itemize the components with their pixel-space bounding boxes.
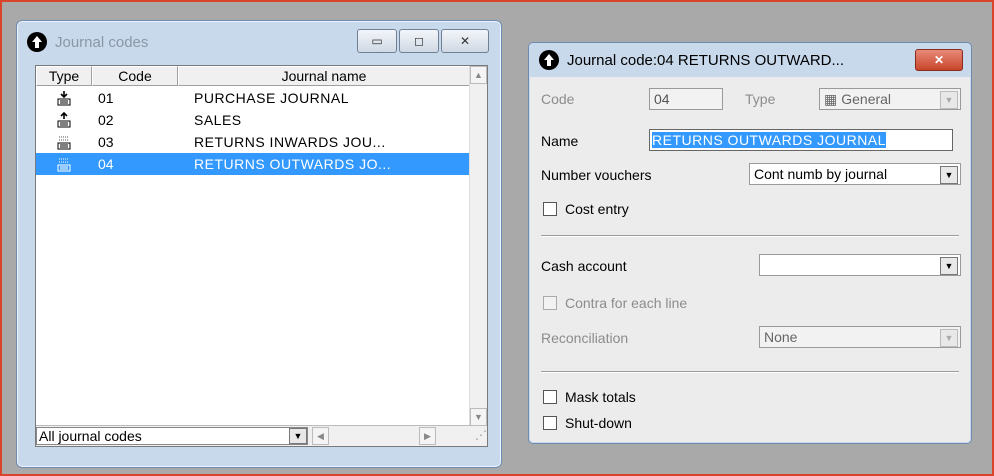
journal-codes-window: Journal codes ▭ ◻ ✕ Type Code Journal na… xyxy=(16,20,502,468)
chevron-down-icon: ▼ xyxy=(474,412,483,422)
close-button[interactable]: ✕ xyxy=(441,29,489,53)
cost-entry-label: Cost entry xyxy=(565,201,629,217)
checkbox-icon[interactable] xyxy=(543,390,557,404)
column-header-type[interactable]: Type xyxy=(36,66,92,86)
purchase-journal-icon xyxy=(36,90,92,106)
app-logo-icon xyxy=(539,50,559,70)
chevron-up-icon: ▲ xyxy=(474,70,483,80)
type-label: Type xyxy=(745,91,776,107)
dialog-close-button[interactable]: ✕ xyxy=(915,49,963,71)
divider xyxy=(541,235,959,237)
code-value: 04 xyxy=(654,91,670,107)
journal-filter-value: All journal codes xyxy=(39,428,142,444)
row-code: 01 xyxy=(98,90,114,106)
scroll-right-button[interactable]: ▶ xyxy=(419,427,436,445)
row-code: 02 xyxy=(98,112,114,128)
row-code: 04 xyxy=(98,156,114,172)
cash-account-select[interactable]: ▼ xyxy=(759,254,961,276)
row-code: 03 xyxy=(98,134,114,150)
shutdown-label: Shut-down xyxy=(565,415,632,431)
journal-code-titlebar: Journal code:04 RETURNS OUTWARD... xyxy=(529,43,971,77)
general-journal-icon xyxy=(36,156,92,172)
column-header-journal-name[interactable]: Journal name xyxy=(178,66,470,86)
number-vouchers-label: Number vouchers xyxy=(541,167,652,183)
list-item[interactable]: 04 RETURNS OUTWARDS JO... xyxy=(36,153,470,175)
checkbox-icon[interactable] xyxy=(543,416,557,430)
chevron-left-icon: ◀ xyxy=(317,430,324,441)
row-journal-name: PURCHASE JOURNAL xyxy=(194,90,350,106)
chevron-down-icon[interactable]: ▼ xyxy=(940,257,958,275)
reconciliation-value: None xyxy=(764,329,798,345)
divider xyxy=(541,371,959,373)
resize-grip-icon[interactable]: ⋰ xyxy=(471,428,487,444)
chevron-down-icon: ▼ xyxy=(940,329,958,347)
maximize-button[interactable]: ◻ xyxy=(399,29,439,53)
scroll-up-button[interactable]: ▲ xyxy=(470,66,487,84)
close-icon: ✕ xyxy=(459,34,471,48)
contra-label: Contra for each line xyxy=(565,295,688,311)
chevron-down-icon[interactable]: ▼ xyxy=(940,166,958,184)
journal-code-title: Journal code:04 RETURNS OUTWARD... xyxy=(567,51,845,69)
number-vouchers-value: Cont numb by journal xyxy=(754,166,888,182)
chevron-down-icon[interactable]: ▼ xyxy=(289,428,307,444)
journal-codes-titlebar: Journal codes xyxy=(27,29,148,55)
scroll-left-button[interactable]: ◀ xyxy=(312,427,329,445)
type-value: General xyxy=(841,91,892,107)
vertical-scrollbar[interactable]: ▲ ▼ xyxy=(469,66,487,426)
reconciliation-select: None ▼ xyxy=(759,326,961,348)
window-controls: ▭ ◻ ✕ xyxy=(357,29,489,53)
code-label: Code xyxy=(541,91,575,107)
column-header-code[interactable]: Code xyxy=(92,66,178,86)
maximize-icon: ◻ xyxy=(414,34,424,48)
journal-filter-select[interactable]: All journal codes ▼ xyxy=(36,427,308,445)
contra-checkbox: Contra for each line xyxy=(543,295,687,311)
list-item[interactable]: 02 SALES xyxy=(36,109,470,131)
shutdown-checkbox[interactable]: Shut-down xyxy=(543,415,632,431)
name-field[interactable]: RETURNS OUTWARDS JOURNAL xyxy=(649,129,953,151)
code-field: 04 xyxy=(649,88,723,110)
sales-journal-icon xyxy=(36,112,92,128)
mask-totals-checkbox[interactable]: Mask totals xyxy=(543,389,636,405)
type-select: ▦ General ▼ xyxy=(819,88,961,110)
checkbox-icon xyxy=(543,296,557,310)
row-journal-name: RETURNS OUTWARDS JO... xyxy=(194,156,392,172)
close-icon: ✕ xyxy=(933,53,945,67)
scroll-down-button[interactable]: ▼ xyxy=(470,408,487,426)
list-header: Type Code Journal name xyxy=(36,66,470,86)
list-footer: All journal codes ▼ ◀ ▶ ⋰ xyxy=(36,425,487,446)
cash-account-label: Cash account xyxy=(541,258,627,274)
row-journal-name: RETURNS INWARDS JOU... xyxy=(194,134,386,150)
reconciliation-label: Reconciliation xyxy=(541,330,629,346)
number-vouchers-select[interactable]: Cont numb by journal ▼ xyxy=(749,163,961,185)
journal-codes-list[interactable]: Type Code Journal name 01 PURCHASE JOURN… xyxy=(35,65,488,447)
list-item[interactable]: 03 RETURNS INWARDS JOU... xyxy=(36,131,470,153)
chevron-down-icon: ▼ xyxy=(940,91,958,109)
row-journal-name: SALES xyxy=(194,112,242,128)
general-journal-icon: ▦ xyxy=(824,90,838,107)
journal-code-dialog: Journal code:04 RETURNS OUTWARD... ✕ Cod… xyxy=(528,42,972,444)
journal-codes-title: Journal codes xyxy=(55,33,149,51)
name-label: Name xyxy=(541,133,579,149)
list-item[interactable]: 01 PURCHASE JOURNAL xyxy=(36,87,470,109)
app-logo-icon xyxy=(27,32,47,52)
mask-totals-label: Mask totals xyxy=(565,389,636,405)
chevron-right-icon: ▶ xyxy=(424,430,431,441)
minimize-icon: ▭ xyxy=(371,34,383,48)
checkbox-icon[interactable] xyxy=(543,202,557,216)
minimize-button[interactable]: ▭ xyxy=(357,29,397,53)
general-journal-icon xyxy=(36,134,92,150)
cost-entry-checkbox[interactable]: Cost entry xyxy=(543,201,629,217)
list-rows: 01 PURCHASE JOURNAL 02 SALES 03 RETURNS … xyxy=(36,87,470,175)
name-value: RETURNS OUTWARDS JOURNAL xyxy=(652,132,886,148)
